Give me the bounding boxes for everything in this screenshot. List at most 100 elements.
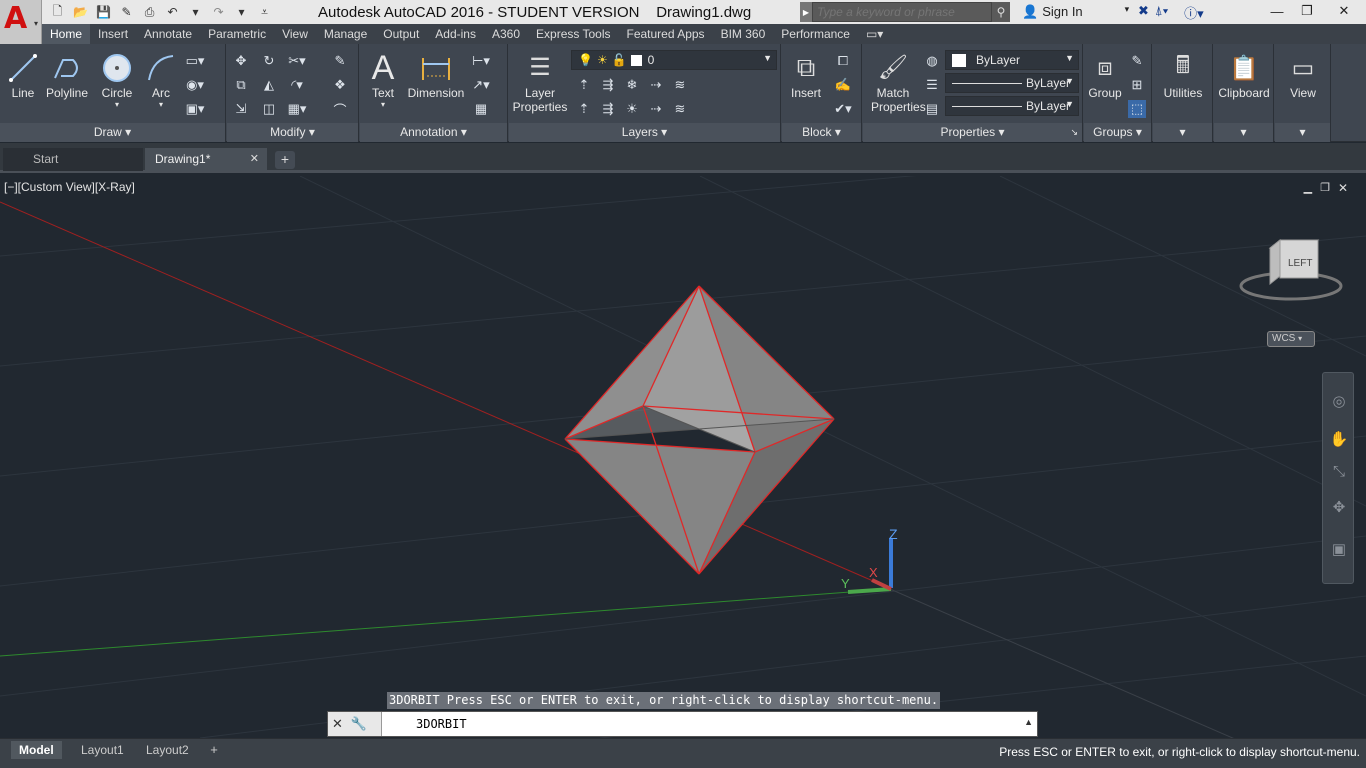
panel-title-properties[interactable]: Properties ▾ ↘ [863, 123, 1082, 142]
explode-icon[interactable]: ❖ [331, 76, 349, 94]
tab-bim-360[interactable]: BIM 360 [713, 24, 774, 44]
new-file-icon[interactable]: 🗋 [48, 3, 67, 21]
save-as-icon[interactable]: ✎ [117, 3, 136, 21]
a360-icon[interactable]: ⍋▾ [1155, 3, 1168, 22]
undo-icon[interactable]: ↶ [163, 3, 182, 21]
search-input[interactable] [812, 2, 992, 22]
close-icon[interactable]: ✕ [250, 148, 259, 170]
tab-layout2[interactable]: Layout2 [138, 741, 197, 759]
trim-icon[interactable]: ✂▾ [288, 52, 306, 70]
rectangle-icon[interactable]: ▭▾ [186, 52, 205, 70]
minimize-icon[interactable]: — [1262, 0, 1292, 22]
close-icon[interactable]: ✕ [1322, 0, 1366, 22]
exchange-apps-icon[interactable]: ✖ [1138, 3, 1149, 22]
dimension-button[interactable]: Dimension [406, 50, 466, 100]
group-selection-icon[interactable]: ⬚ [1128, 100, 1146, 118]
tab-output[interactable]: Output [375, 24, 427, 44]
maximize-icon[interactable]: ❐ [1292, 0, 1322, 22]
panel-view[interactable]: ▭ View ▾ [1275, 44, 1331, 142]
layer-freeze-icon[interactable]: ❄ [623, 76, 641, 94]
array-icon[interactable]: ▦▾ [288, 100, 307, 118]
panel-title-annotation[interactable]: Annotation ▾ [360, 123, 507, 142]
insert-button[interactable]: ⧉ Insert [786, 50, 826, 100]
layer-on-icon[interactable]: ⇡ [575, 100, 593, 118]
close-icon[interactable]: ✕ [1338, 181, 1348, 195]
open-file-icon[interactable]: 📂 [71, 3, 90, 21]
move-icon[interactable]: ✥ [232, 52, 250, 70]
view-expand-icon[interactable]: ▾ [1275, 123, 1330, 142]
search-expand-icon[interactable]: ▶ [800, 2, 812, 22]
offset-icon[interactable]: ⌒ [331, 100, 349, 118]
layer-make-current-icon[interactable]: ≋ [671, 76, 689, 94]
view-button[interactable]: ▭ View [1275, 50, 1331, 101]
layer-unisolate-icon[interactable]: ⇶ [599, 100, 617, 118]
octahedron[interactable] [564, 285, 835, 575]
group-edit-icon[interactable]: ⊞ [1128, 76, 1146, 94]
help-icon[interactable]: ⓘ▾ [1184, 3, 1204, 22]
add-layout-icon[interactable]: + [205, 742, 223, 758]
ungroup-icon[interactable]: ✎ [1128, 52, 1146, 70]
tab-annotate[interactable]: Annotate [136, 24, 200, 44]
tab-add-ins[interactable]: Add-ins [427, 24, 484, 44]
customize-qat-icon[interactable]: ⩡ [255, 3, 274, 21]
text-button[interactable]: A Text ▾ [368, 49, 398, 110]
hatch-icon[interactable]: ◉▾ [186, 76, 204, 94]
layer-properties-button[interactable]: ☰ Layer Properties [511, 50, 569, 115]
line-button[interactable]: Line [6, 50, 40, 100]
redo-dropdown-icon[interactable]: ▾ [232, 3, 251, 21]
tab-home[interactable]: Home [42, 24, 91, 44]
layer-dropdown[interactable]: 💡 ☀ 🔓 0 ▼ [571, 50, 777, 70]
showmotion-icon[interactable]: ▣ [1328, 539, 1350, 561]
edit-attributes-icon[interactable]: ✔▾ [834, 100, 852, 118]
panel-title-groups[interactable]: Groups ▾ [1084, 123, 1151, 142]
viewport-controls-label[interactable]: [−][Custom View][X-Ray] [4, 180, 135, 194]
color-dropdown[interactable]: ByLayer ▼ [945, 50, 1079, 70]
clipboard-expand-icon[interactable]: ▾ [1214, 123, 1273, 142]
copy-icon[interactable]: ⧉ [232, 76, 250, 94]
group-button[interactable]: ⧈ Group [1086, 50, 1124, 100]
tab-featured-apps[interactable]: Featured Apps [619, 24, 713, 44]
ribbon-options-icon[interactable]: ▭▾ [858, 24, 891, 44]
zoom-extents-icon[interactable]: ⤡ [1328, 461, 1350, 483]
print-icon[interactable]: ⎙ [140, 3, 159, 21]
match-properties-button[interactable]: 🖌 Match Properties [871, 50, 926, 115]
sign-in-button[interactable]: 👤 Sign In ▾ [1022, 4, 1129, 20]
tab-model[interactable]: Model [11, 741, 62, 759]
wcs-menu-button[interactable]: WCS ▾ [1267, 331, 1315, 347]
tab-view[interactable]: View [274, 24, 316, 44]
edit-block-icon[interactable]: ✍ [834, 76, 852, 94]
stretch-icon[interactable]: ⇲ [232, 100, 250, 118]
layer-match-icon[interactable]: ≋ [671, 100, 689, 118]
pan-icon[interactable]: ✋ [1328, 429, 1350, 451]
steering-wheel-icon[interactable]: ◎ [1328, 391, 1350, 413]
linetype-dropdown[interactable]: ByLayer ▼ [945, 73, 1079, 93]
close-icon[interactable]: ✕ [332, 716, 343, 732]
drawing-viewport[interactable]: Z Y X [−][Custom View][X-Ray] ▁ ❐ ✕ LEFT… [0, 176, 1366, 738]
tab-express-tools[interactable]: Express Tools [528, 24, 618, 44]
layer-isolate-icon[interactable]: ⇶ [599, 76, 617, 94]
tab-layout1[interactable]: Layout1 [73, 741, 132, 759]
panel-clipboard[interactable]: 📋 Clipboard ▾ [1214, 44, 1274, 142]
restore-icon[interactable]: ❐ [1320, 181, 1330, 195]
rotate-icon[interactable]: ↻ [260, 52, 278, 70]
clipboard-button[interactable]: 📋 Clipboard [1214, 50, 1274, 101]
tab-performance[interactable]: Performance [773, 24, 858, 44]
tab-manage[interactable]: Manage [316, 24, 375, 44]
linear-dimension-icon[interactable]: ⊢▾ [472, 52, 490, 70]
panel-title-draw[interactable]: Draw ▾ [0, 123, 225, 142]
layer-thaw-icon[interactable]: ☀ [623, 100, 641, 118]
save-icon[interactable]: 💾 [94, 3, 113, 21]
tab-a360[interactable]: A360 [484, 24, 528, 44]
viewcube[interactable]: LEFT [1236, 236, 1346, 306]
erase-icon[interactable]: ✎ [331, 52, 349, 70]
layer-unlock-icon[interactable]: ⇢ [647, 100, 665, 118]
scale-icon[interactable]: ◫ [260, 100, 278, 118]
layer-lock-icon[interactable]: ⇢ [647, 76, 665, 94]
new-tab-icon[interactable]: + [275, 151, 295, 169]
region-icon[interactable]: ▣▾ [186, 100, 205, 118]
orbit-icon[interactable]: ✥ [1328, 497, 1350, 519]
command-input[interactable] [388, 715, 988, 733]
mirror-icon[interactable]: ◭ [260, 76, 278, 94]
search-icon[interactable]: ⚲ [992, 2, 1010, 22]
dialog-launcher-icon[interactable]: ↘ [1070, 123, 1078, 142]
